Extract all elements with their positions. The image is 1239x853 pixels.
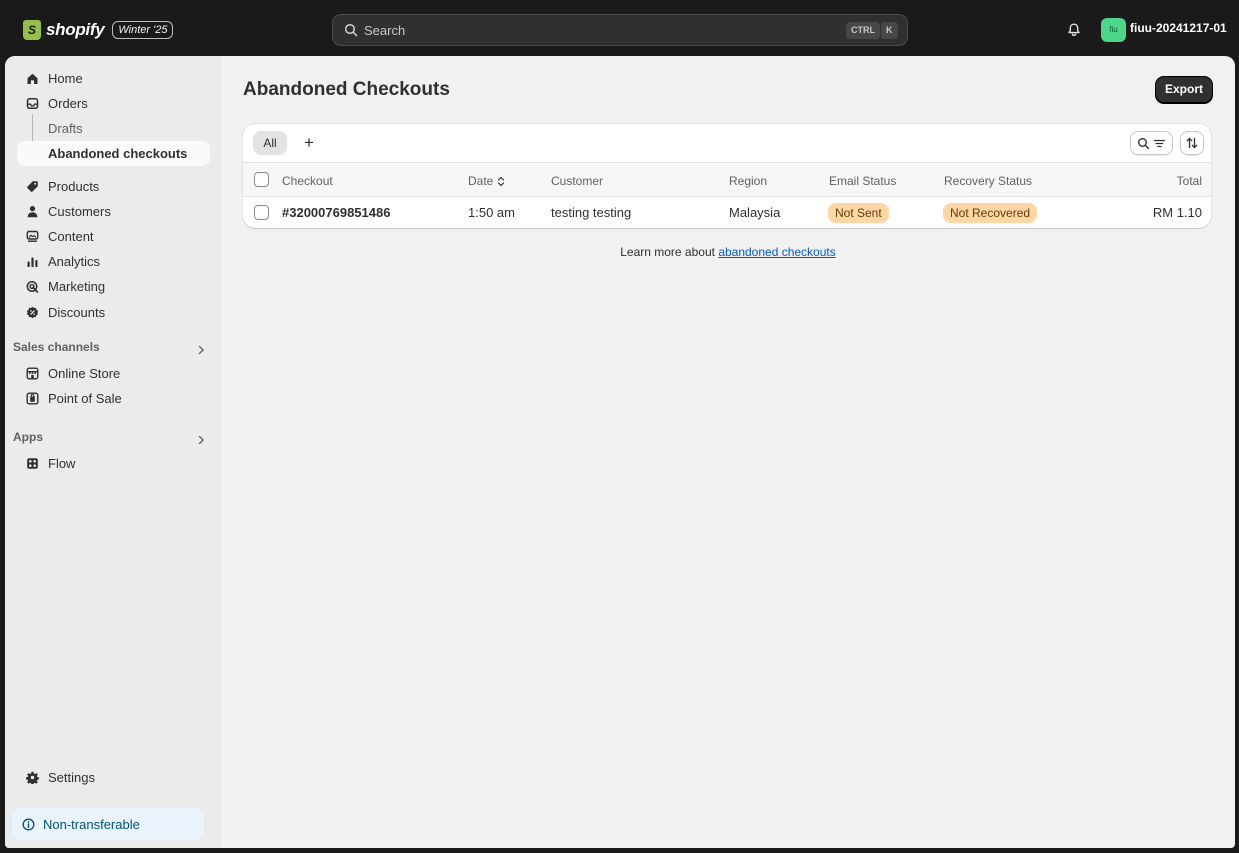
brand-wordmark: shopify [46, 20, 105, 39]
search-icon [344, 23, 358, 37]
sidebar-item-content[interactable]: Content [17, 224, 210, 249]
notification-bell-icon[interactable] [1066, 22, 1082, 38]
chevron-right-icon[interactable] [196, 435, 206, 445]
sidebar-item-products[interactable]: Products [17, 174, 210, 199]
sidebar-item-label: Settings [48, 770, 95, 785]
sidebar-item-label: Orders [48, 96, 88, 111]
sidebar-item-drafts[interactable]: Drafts [48, 116, 83, 141]
shopify-bag-icon [23, 20, 41, 40]
page-title: Abandoned Checkouts [243, 79, 450, 100]
sort-updown-icon [498, 176, 505, 186]
content-icon [26, 230, 38, 242]
sales-channels-heading[interactable]: Sales channels [13, 340, 100, 354]
home-icon [27, 73, 37, 84]
checkout-date: 1:50 am [468, 205, 515, 220]
sidebar-item-label: Point of Sale [48, 391, 122, 406]
sidebar-item-point-of-sale[interactable]: Point of Sale [17, 386, 210, 411]
bar-chart-icon [27, 257, 37, 267]
sidebar-item-abandoned-checkouts[interactable]: Abandoned checkouts [17, 141, 210, 166]
recovery-status-badge: Not Recovered [943, 203, 1038, 223]
store-name[interactable]: fiuu-20241217-01 [1130, 21, 1227, 35]
non-transferable-banner[interactable]: Non-transferable [12, 808, 204, 840]
info-icon [22, 818, 35, 830]
column-header-recovery-status: Recovery Status [944, 174, 1033, 188]
row-checkbox[interactable] [254, 205, 269, 220]
sidebar-item-label: Online Store [48, 366, 121, 381]
sidebar-item-discounts[interactable]: Discounts [17, 300, 210, 325]
sidebar-item-label: Customers [48, 204, 111, 219]
target-icon [26, 281, 38, 293]
search-placeholder: Search [364, 22, 406, 38]
sidebar-item-label: Products [48, 179, 100, 194]
column-header-checkout: Checkout [282, 174, 333, 188]
sidebar-item-settings[interactable]: Settings [17, 765, 210, 790]
checkout-customer: testing testing [551, 205, 632, 220]
column-header-email-status: Email Status [829, 174, 897, 188]
sidebar-item-label: Home [48, 71, 83, 86]
export-button[interactable]: Export [1156, 77, 1212, 103]
non-transferable-label: Non-transferable [43, 816, 140, 832]
main-content: Abandoned Checkouts Export All + Checkou… [221, 56, 1235, 848]
column-header-date-label: Date [468, 174, 494, 188]
sidebar-item-home[interactable]: Home [17, 66, 210, 91]
sidebar-item-label: Content [48, 229, 94, 244]
sidebar-item-label: Flow [48, 456, 76, 471]
checkouts-card: All + Checkout Date Customer Region Emai… [243, 124, 1211, 228]
sidebar-item-label: Marketing [48, 279, 106, 294]
gear-icon [25, 771, 39, 784]
top-bar: shopify Winter '25 Search CTRL K fiu fiu… [0, 0, 1239, 56]
filter-icon [1153, 139, 1166, 147]
sidebar-item-marketing[interactable]: Marketing [17, 274, 210, 299]
column-header-date[interactable]: Date [468, 174, 505, 188]
person-icon [27, 206, 37, 218]
add-view-button[interactable]: + [299, 131, 319, 155]
sidebar-item-label: Analytics [48, 254, 101, 269]
apps-heading[interactable]: Apps [13, 430, 43, 444]
avatar[interactable]: fiu [1101, 18, 1126, 42]
checkout-region: Malaysia [729, 205, 781, 220]
column-header-region: Region [729, 174, 768, 188]
tag-icon [26, 181, 38, 192]
shortcut-key-ctrl: CTRL [846, 22, 880, 39]
sidebar-item-flow[interactable]: Flow [17, 451, 210, 476]
edition-badge[interactable]: Winter '25 [112, 21, 174, 39]
sidebar-item-online-store[interactable]: Online Store [17, 361, 210, 386]
tab-all[interactable]: All [253, 131, 287, 155]
learn-more-text: Learn more about [620, 245, 715, 259]
shopify-logo[interactable]: shopify Winter '25 [23, 18, 174, 42]
sidebar-item-orders[interactable]: Orders [17, 91, 210, 116]
admin-frame: Home Orders Drafts Abandoned checkouts P… [5, 56, 1235, 848]
search-filter-button[interactable] [1130, 131, 1173, 155]
sidebar-item-label: Discounts [48, 305, 106, 320]
column-header-customer: Customer [551, 174, 604, 188]
search-bar[interactable]: Search CTRL K [332, 14, 908, 46]
checkout-id-link[interactable]: #32000769851486 [282, 205, 390, 220]
view-tabs: All + [243, 124, 1211, 163]
storefront-icon [26, 367, 39, 380]
sidebar: Home Orders Drafts Abandoned checkouts P… [5, 56, 221, 848]
email-status-badge: Not Sent [828, 203, 889, 223]
sort-arrows-icon [1186, 137, 1198, 149]
discount-icon [26, 306, 38, 319]
sidebar-item-analytics[interactable]: Analytics [17, 249, 210, 274]
table-row[interactable]: #32000769851486 1:50 am testing testing … [243, 197, 1211, 228]
learn-more-footer: Learn more about abandoned checkouts [221, 245, 1235, 259]
shortcut-key-k: K [881, 22, 898, 39]
pos-icon [26, 392, 39, 405]
abandoned-checkouts-help-link[interactable]: abandoned checkouts [718, 245, 835, 259]
sort-button[interactable] [1180, 131, 1204, 155]
column-header-total: Total [1176, 174, 1202, 188]
flow-icon [26, 458, 38, 469]
search-icon [1138, 137, 1150, 149]
select-all-checkbox[interactable] [254, 172, 269, 187]
checkout-total: RM 1.10 [1152, 205, 1202, 220]
chevron-right-icon[interactable] [196, 345, 206, 355]
table-header: Checkout Date Customer Region Email Stat… [243, 163, 1211, 197]
sidebar-item-customers[interactable]: Customers [17, 199, 210, 224]
inbox-icon [26, 98, 38, 110]
